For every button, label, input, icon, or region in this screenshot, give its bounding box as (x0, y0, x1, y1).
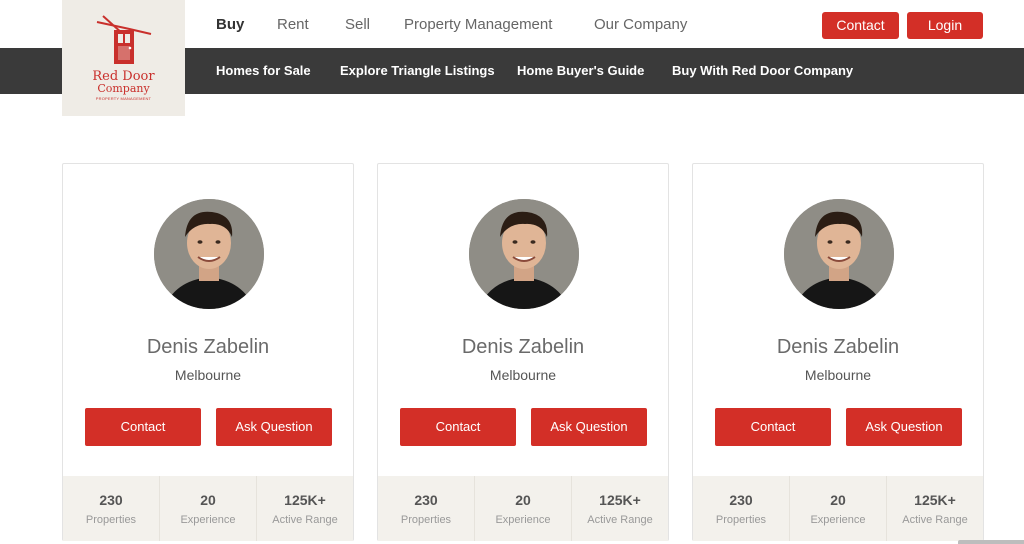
red-door-icon (96, 15, 152, 64)
stat-value: 20 (515, 492, 531, 508)
subnav-item-home-buyers-guide[interactable]: Home Buyer's Guide (517, 63, 644, 78)
stat-label: Active Range (902, 514, 968, 526)
agent-name: Denis Zabelin (776, 336, 900, 358)
stat-label: Active Range (587, 514, 653, 526)
stat-label: Active Range (272, 514, 338, 526)
stat-properties: 230 Properties (378, 476, 475, 541)
subnav-item-homes-for-sale[interactable]: Homes for Sale (216, 63, 311, 78)
header-contact-button[interactable]: Contact (822, 12, 899, 39)
agent-photo-icon (784, 199, 894, 309)
agent-card: Denis Zabelin Melbourne Contact Ask Ques… (377, 163, 669, 541)
agent-avatar (784, 199, 894, 309)
nav-item-sell[interactable]: Sell (345, 16, 370, 33)
nav-item-our-company[interactable]: Our Company (594, 16, 687, 33)
agent-name: Denis Zabelin (146, 336, 270, 358)
stat-value: 125K+ (599, 492, 641, 508)
agent-contact-button[interactable]: Contact (85, 408, 201, 446)
nav-item-property-management[interactable]: Property Management (404, 16, 552, 33)
agent-city: Melbourne (804, 367, 872, 383)
agent-stats: 230 Properties 20 Experience 125K+ Activ… (63, 476, 353, 541)
stat-properties: 230 Properties (693, 476, 790, 541)
nav-item-buy[interactable]: Buy (216, 16, 244, 33)
stat-properties: 230 Properties (63, 476, 160, 541)
agent-card: Denis Zabelin Melbourne Contact Ask Ques… (62, 163, 354, 541)
agent-card: Denis Zabelin Melbourne Contact Ask Ques… (692, 163, 984, 541)
agent-city: Melbourne (489, 367, 557, 383)
agent-photo-icon (154, 199, 264, 309)
brand-name-line2: Company (97, 82, 150, 95)
stat-active-range: 125K+ Active Range (257, 476, 353, 541)
agent-stats: 230 Properties 20 Experience 125K+ Activ… (693, 476, 983, 541)
agent-avatar (469, 199, 579, 309)
agent-name: Denis Zabelin (461, 336, 585, 358)
stat-label: Experience (810, 514, 866, 526)
agent-stats: 230 Properties 20 Experience 125K+ Activ… (378, 476, 668, 541)
agent-photo-icon (469, 199, 579, 309)
subnav-item-explore-triangle-listings[interactable]: Explore Triangle Listings (340, 63, 495, 78)
stat-value: 125K+ (284, 492, 326, 508)
agent-ask-question-button[interactable]: Ask Question (531, 408, 647, 446)
agent-ask-question-button[interactable]: Ask Question (846, 408, 962, 446)
stat-active-range: 125K+ Active Range (887, 476, 983, 541)
stat-label: Properties (715, 514, 767, 526)
stat-label: Properties (400, 514, 452, 526)
nav-item-rent[interactable]: Rent (277, 16, 309, 33)
agent-city: Melbourne (174, 367, 242, 383)
header-login-button[interactable]: Login (907, 12, 983, 39)
stat-experience: 20 Experience (160, 476, 257, 541)
stat-value: 20 (830, 492, 846, 508)
stat-value: 230 (729, 492, 753, 508)
agent-ask-question-button[interactable]: Ask Question (216, 408, 332, 446)
agent-contact-button[interactable]: Contact (715, 408, 831, 446)
stat-value: 125K+ (914, 492, 956, 508)
brand-tagline: PROPERTY MANAGEMENT (95, 96, 152, 101)
agent-contact-button[interactable]: Contact (400, 408, 516, 446)
stat-active-range: 125K+ Active Range (572, 476, 668, 541)
agent-avatar (154, 199, 264, 309)
brand-logo[interactable]: Red Door Company PROPERTY MANAGEMENT (62, 0, 185, 116)
scroll-hint (958, 540, 1024, 544)
stat-label: Experience (495, 514, 551, 526)
stat-value: 230 (99, 492, 123, 508)
stat-experience: 20 Experience (475, 476, 572, 541)
stat-label: Properties (85, 514, 137, 526)
stat-value: 20 (200, 492, 216, 508)
stat-value: 230 (414, 492, 438, 508)
subnav-item-buy-with-red-door[interactable]: Buy With Red Door Company (672, 63, 853, 78)
stat-label: Experience (180, 514, 236, 526)
stat-experience: 20 Experience (790, 476, 887, 541)
